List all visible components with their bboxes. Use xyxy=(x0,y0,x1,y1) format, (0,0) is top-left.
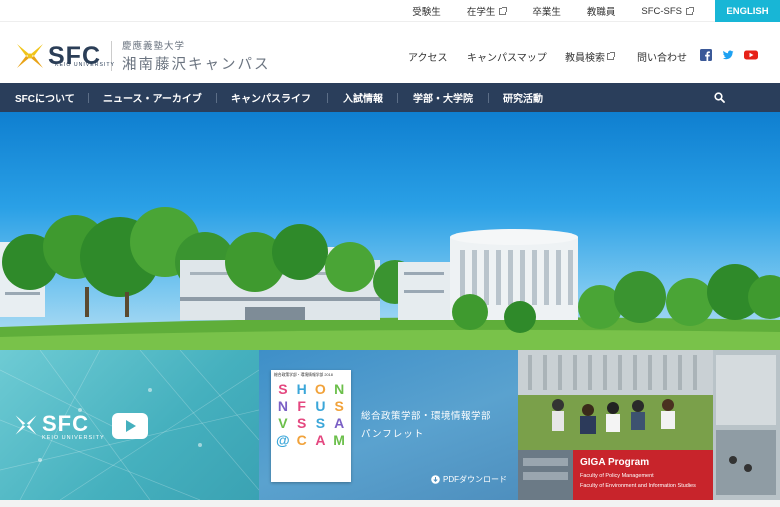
sfc-logo-icon xyxy=(15,415,37,435)
search-icon[interactable] xyxy=(714,92,725,103)
nav-campus-map[interactable]: キャンパスマップ xyxy=(467,49,547,64)
logo-campus: 湘南藤沢キャンパス xyxy=(122,57,271,73)
link-current-students[interactable]: 在学生 xyxy=(454,4,520,18)
external-link-icon xyxy=(607,52,615,60)
youtube-icon[interactable] xyxy=(744,49,758,61)
youtube-banner-logo: SFC xyxy=(42,411,89,436)
nav-separator xyxy=(216,93,217,103)
pamphlet-cover-title: 総合政策学部・環境情報学部 2018 xyxy=(274,373,333,377)
external-link-icon xyxy=(686,6,694,15)
logo-keio-text: KEIO UNIVERSITY xyxy=(55,62,115,68)
page-footer-edge xyxy=(0,500,780,507)
utility-links: 受験生 在学生 卒業生 教職員 SFC-SFS xyxy=(399,0,706,22)
mainnav-news-archive[interactable]: ニュース・アーカイブ xyxy=(103,83,202,112)
nav-faculty-search[interactable]: 教員検索 xyxy=(565,49,615,64)
english-button[interactable]: ENGLISH xyxy=(715,0,780,22)
sfc-logo-icon xyxy=(17,44,43,68)
nav-separator xyxy=(327,93,328,103)
site-logo[interactable]: SFC KEIO UNIVERSITY 慶應義塾大学 湘南藤沢キャンパス xyxy=(15,38,271,74)
nav-separator xyxy=(88,93,89,103)
mainnav-faculties[interactable]: 学部・大学院 xyxy=(413,83,473,112)
pamphlet-title: 総合政策学部・環境情報学部 xyxy=(361,411,492,422)
youtube-channel-banner[interactable]: SFC KEIO UNIVERSITY xyxy=(0,350,259,500)
nav-access[interactable]: アクセス xyxy=(408,49,448,64)
pdf-download-link[interactable]: PDFダウンロード xyxy=(431,474,507,485)
pamphlet-banner[interactable]: 総合政策学部・環境情報学部 2018 S H O N N F U S V S S… xyxy=(259,350,518,500)
mainnav-about-sfc[interactable]: SFCについて xyxy=(15,83,75,112)
giga-label-box: GIGA Program Faculty of Policy Managemen… xyxy=(573,450,713,500)
youtube-banner-keio: KEIO UNIVERSITY xyxy=(42,435,105,441)
giga-program-banner[interactable]: GIGA Program Faculty of Policy Managemen… xyxy=(518,350,780,500)
link-sfc-sfs[interactable]: SFC-SFS xyxy=(628,6,706,17)
external-link-icon xyxy=(499,6,508,15)
giga-faculty-policy: Faculty of Policy Management xyxy=(580,473,654,479)
mainnav-campus-life[interactable]: キャンパスライフ xyxy=(231,83,311,112)
mainnav-research[interactable]: 研究活動 xyxy=(503,83,543,112)
link-faculty-staff[interactable]: 教職員 xyxy=(574,4,629,18)
nav-separator xyxy=(397,93,398,103)
mainnav-admissions[interactable]: 入試情報 xyxy=(343,83,383,112)
facebook-icon[interactable] xyxy=(700,49,712,61)
youtube-play-icon xyxy=(112,413,148,439)
logo-university: 慶應義塾大学 xyxy=(122,41,186,52)
twitter-icon[interactable] xyxy=(722,49,734,61)
nav-separator xyxy=(488,93,489,103)
logo-text: 慶應義塾大学 湘南藤沢キャンパス xyxy=(122,38,271,74)
pamphlet-cover-letters: S H O N N F U S V S S A @ C A M xyxy=(276,381,345,448)
download-icon xyxy=(431,475,440,484)
nav-contact[interactable]: 問い合わせ xyxy=(637,49,687,64)
link-prospective-students[interactable]: 受験生 xyxy=(399,4,454,18)
page: 受験生 在学生 卒業生 教職員 SFC-SFS ENGLISH SFC KEIO… xyxy=(0,0,780,507)
pamphlet-cover: 総合政策学部・環境情報学部 2018 S H O N N F U S V S S… xyxy=(271,370,351,482)
hero-image xyxy=(0,112,780,350)
link-alumni[interactable]: 卒業生 xyxy=(519,4,574,18)
utility-bar: 受験生 在学生 卒業生 教職員 SFC-SFS ENGLISH xyxy=(0,0,780,22)
site-header: SFC KEIO UNIVERSITY 慶應義塾大学 湘南藤沢キャンパス アクセ… xyxy=(0,22,780,83)
giga-faculty-environment: Faculty of Environment and Information S… xyxy=(580,483,696,489)
main-navigation: SFCについて ニュース・アーカイブ キャンパスライフ 入試情報 学部・大学院 … xyxy=(0,83,780,112)
campus-scene-image xyxy=(0,207,780,350)
pamphlet-subtitle: パンフレット xyxy=(361,429,425,440)
giga-title: GIGA Program xyxy=(580,457,650,468)
